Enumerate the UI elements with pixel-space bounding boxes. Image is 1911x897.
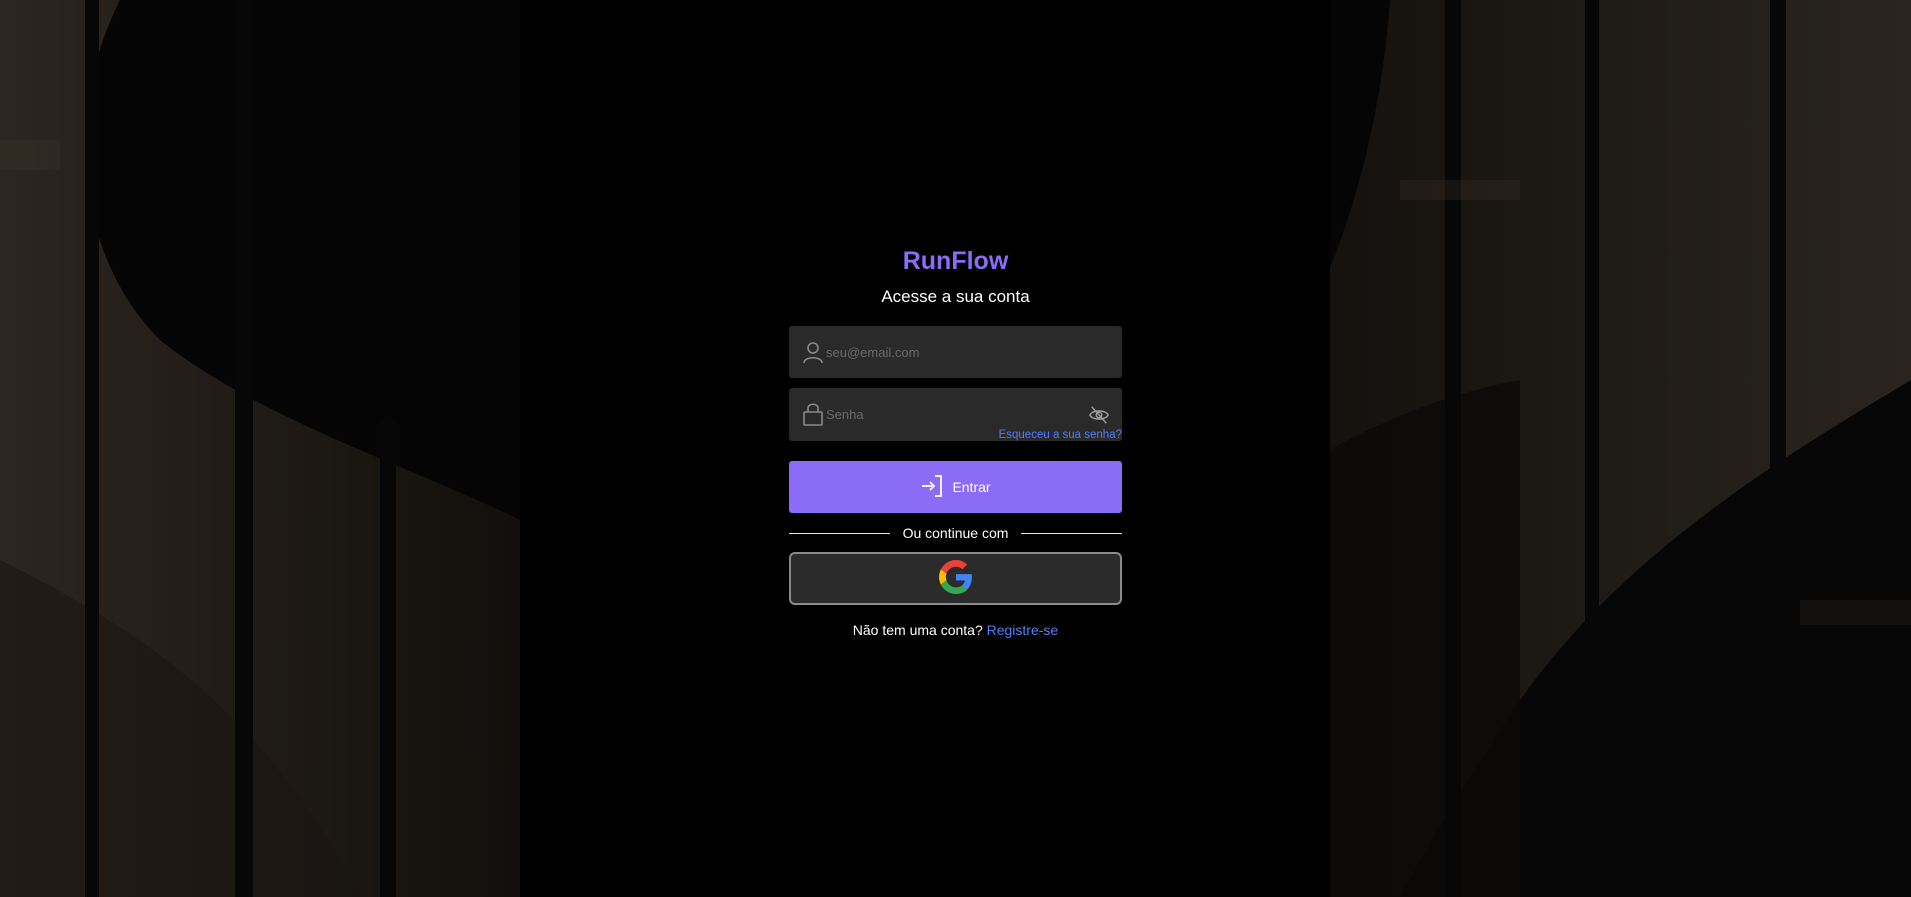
signup-link[interactable]: Registre-se — [987, 622, 1059, 638]
login-card: RunFlow Acesse a sua conta Esqueceu a — [789, 244, 1122, 638]
page-subtitle: Acesse a sua conta — [881, 287, 1030, 306]
signup-prompt: Não tem uma conta? — [852, 622, 983, 638]
login-icon — [920, 474, 944, 501]
signup-row: Não tem uma conta? Registre-se — [789, 622, 1122, 638]
google-icon — [938, 560, 973, 597]
divider-label: Ou continue com — [902, 525, 1009, 541]
eye-off-icon[interactable] — [1088, 404, 1110, 426]
login-button[interactable]: Entrar — [789, 461, 1122, 513]
email-input[interactable] — [826, 326, 1076, 378]
user-icon — [801, 340, 825, 364]
divider: Ou continue com — [789, 525, 1122, 541]
password-field: Esqueceu a sua senha? — [789, 388, 1122, 441]
login-button-label: Entrar — [952, 479, 991, 495]
google-login-button[interactable] — [789, 552, 1122, 605]
email-field — [789, 326, 1122, 378]
forgot-password-link[interactable]: Esqueceu a sua senha? — [999, 429, 1122, 441]
lock-icon — [801, 402, 825, 426]
divider-line-left — [789, 532, 890, 534]
divider-line-right — [1021, 532, 1122, 534]
brand-title: RunFlow — [902, 247, 1009, 275]
